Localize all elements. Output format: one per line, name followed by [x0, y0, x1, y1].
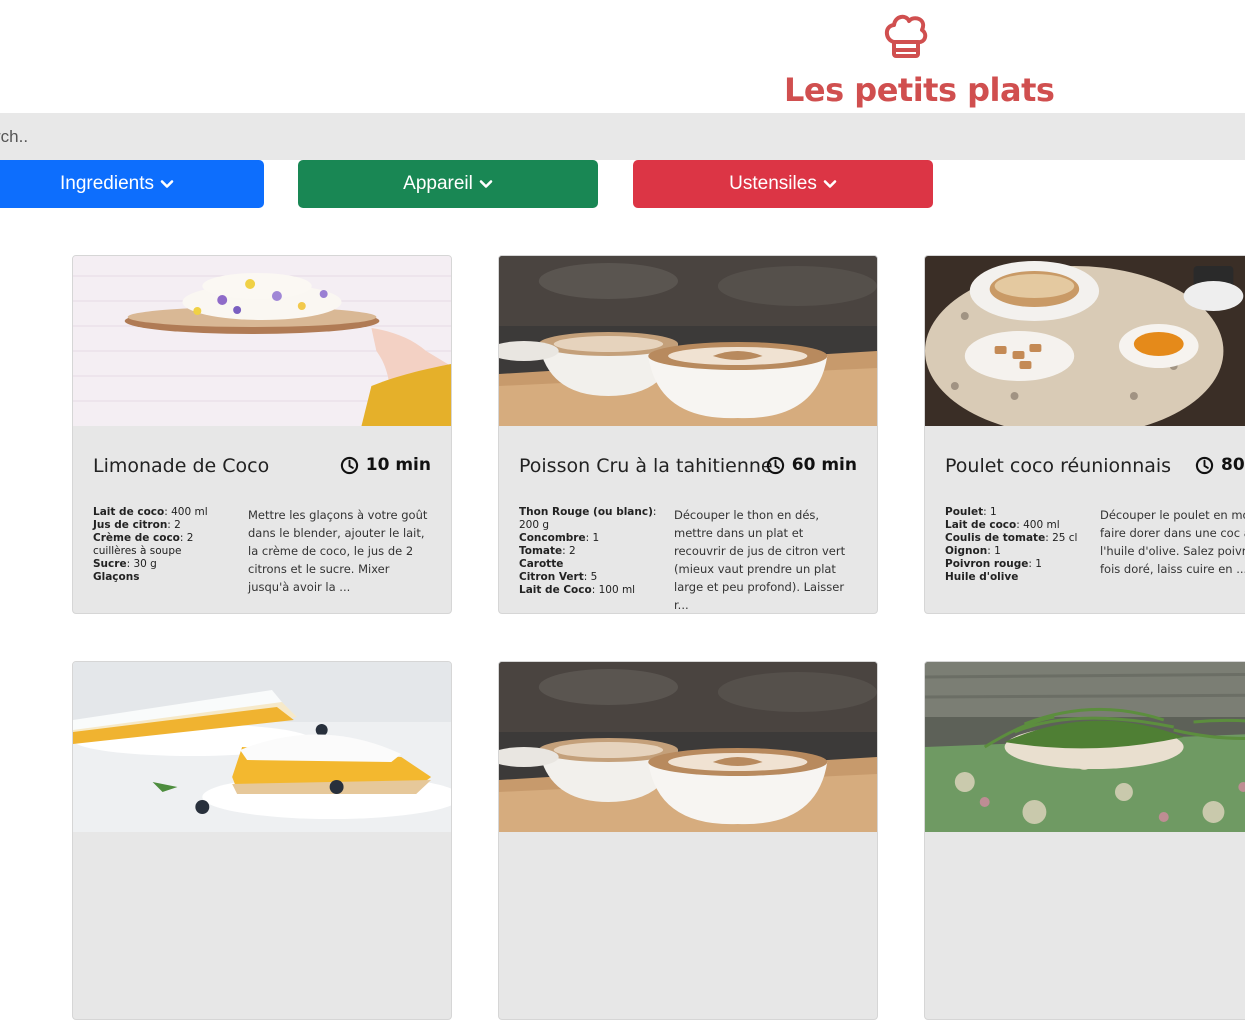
- recipe-title[interactable]: Limonade de Coco: [93, 455, 269, 477]
- recipe-title[interactable]: Poulet coco réunionnais: [945, 455, 1171, 477]
- ingredient-list: Poulet: 1 Lait de coco: 400 ml Coulis de…: [945, 506, 1085, 584]
- ingredient-item: Glaçons: [93, 571, 140, 583]
- ustensiles-filter-label: Ustensiles: [729, 173, 817, 194]
- recipe-photo: [925, 662, 1245, 832]
- clock-icon: [1195, 456, 1214, 474]
- recipe-photo: [925, 256, 1245, 426]
- chef-hat-icon: [884, 14, 928, 58]
- recipe-time-value: 10 min: [365, 455, 431, 475]
- ingredient-item: Oignon: 1: [945, 545, 1001, 557]
- recipe-time-value: 80: [1221, 455, 1245, 475]
- ingredients-filter-button[interactable]: Ingredients: [0, 160, 264, 208]
- ingredient-item: Jus de citron: 2: [93, 519, 181, 531]
- ingredient-item: Huile d'olive: [945, 571, 1019, 583]
- appareil-filter-label: Appareil: [403, 173, 473, 194]
- brand-title: Les petits plats: [784, 71, 1055, 109]
- ingredient-item: Tomate: 2: [519, 545, 576, 557]
- recipe-card[interactable]: Poisson Cru à la tahitienne 60 min Thon …: [498, 255, 878, 614]
- recipe-photo: [499, 256, 877, 426]
- recipe-description: Découper le poulet en morc les faire dor…: [1100, 508, 1245, 576]
- ingredient-item: Carotte: [519, 558, 564, 570]
- ingredient-item: Lait de Coco: 100 ml: [519, 584, 636, 596]
- recipe-card[interactable]: [72, 661, 452, 1020]
- recipe-photo: [73, 662, 451, 832]
- ingredient-item: Lait de coco: 400 ml: [93, 506, 208, 518]
- recipe-time-value: 60 min: [791, 455, 857, 475]
- ingredient-item: Coulis de tomate: 25 cl: [945, 532, 1078, 544]
- recipe-photo: [499, 662, 877, 832]
- ingredients-filter-label: Ingredients: [59, 173, 154, 194]
- ingredient-list: Thon Rouge (ou blanc): 200 g Concombre: …: [519, 506, 659, 597]
- chevron-down-icon: [479, 180, 493, 188]
- ingredient-list: Lait de coco: 400 ml Jus de citron: 2 Cr…: [93, 506, 233, 584]
- recipe-time: 60 min: [766, 455, 857, 475]
- recipe-description: Découper le thon en dés, mettre dans un …: [674, 508, 846, 612]
- recipe-card[interactable]: Limonade de Coco 10 min Lait de coco: 40…: [72, 255, 452, 614]
- ingredient-item: Crème de coco: 2 cuillères à soupe: [93, 532, 194, 557]
- ingredient-item: Sucre: 30 g: [93, 558, 157, 570]
- chevron-down-icon: [823, 180, 837, 188]
- chevron-down-icon: [160, 180, 174, 188]
- ingredient-item: Poivron rouge: 1: [945, 558, 1042, 570]
- recipe-card[interactable]: [498, 661, 878, 1020]
- recipe-card[interactable]: Poulet coco réunionnais 80 Poulet: 1 Lai…: [924, 255, 1245, 614]
- ingredient-item: Poulet: 1: [945, 506, 997, 518]
- appareil-filter-button[interactable]: Appareil: [298, 160, 598, 208]
- clock-icon: [766, 456, 784, 474]
- recipe-card[interactable]: [924, 661, 1245, 1020]
- recipe-photo: [73, 256, 451, 426]
- ingredient-item: Concombre: 1: [519, 532, 600, 544]
- brand-logo[interactable]: Les petits plats: [784, 10, 1055, 110]
- recipe-description: Mettre les glaçons à votre goût dans le …: [248, 508, 428, 594]
- clock-icon: [340, 456, 358, 474]
- ingredient-item: Citron Vert: 5: [519, 571, 598, 583]
- search-input[interactable]: [0, 113, 1245, 160]
- ingredient-item: Thon Rouge (ou blanc): 200 g: [519, 506, 657, 531]
- ingredient-item: Lait de coco: 400 ml: [945, 519, 1060, 531]
- recipe-title[interactable]: Poisson Cru à la tahitienne: [519, 455, 773, 477]
- ustensiles-filter-button[interactable]: Ustensiles: [633, 160, 933, 208]
- recipe-time: 10 min: [340, 455, 431, 475]
- recipe-time: 80: [1195, 455, 1245, 475]
